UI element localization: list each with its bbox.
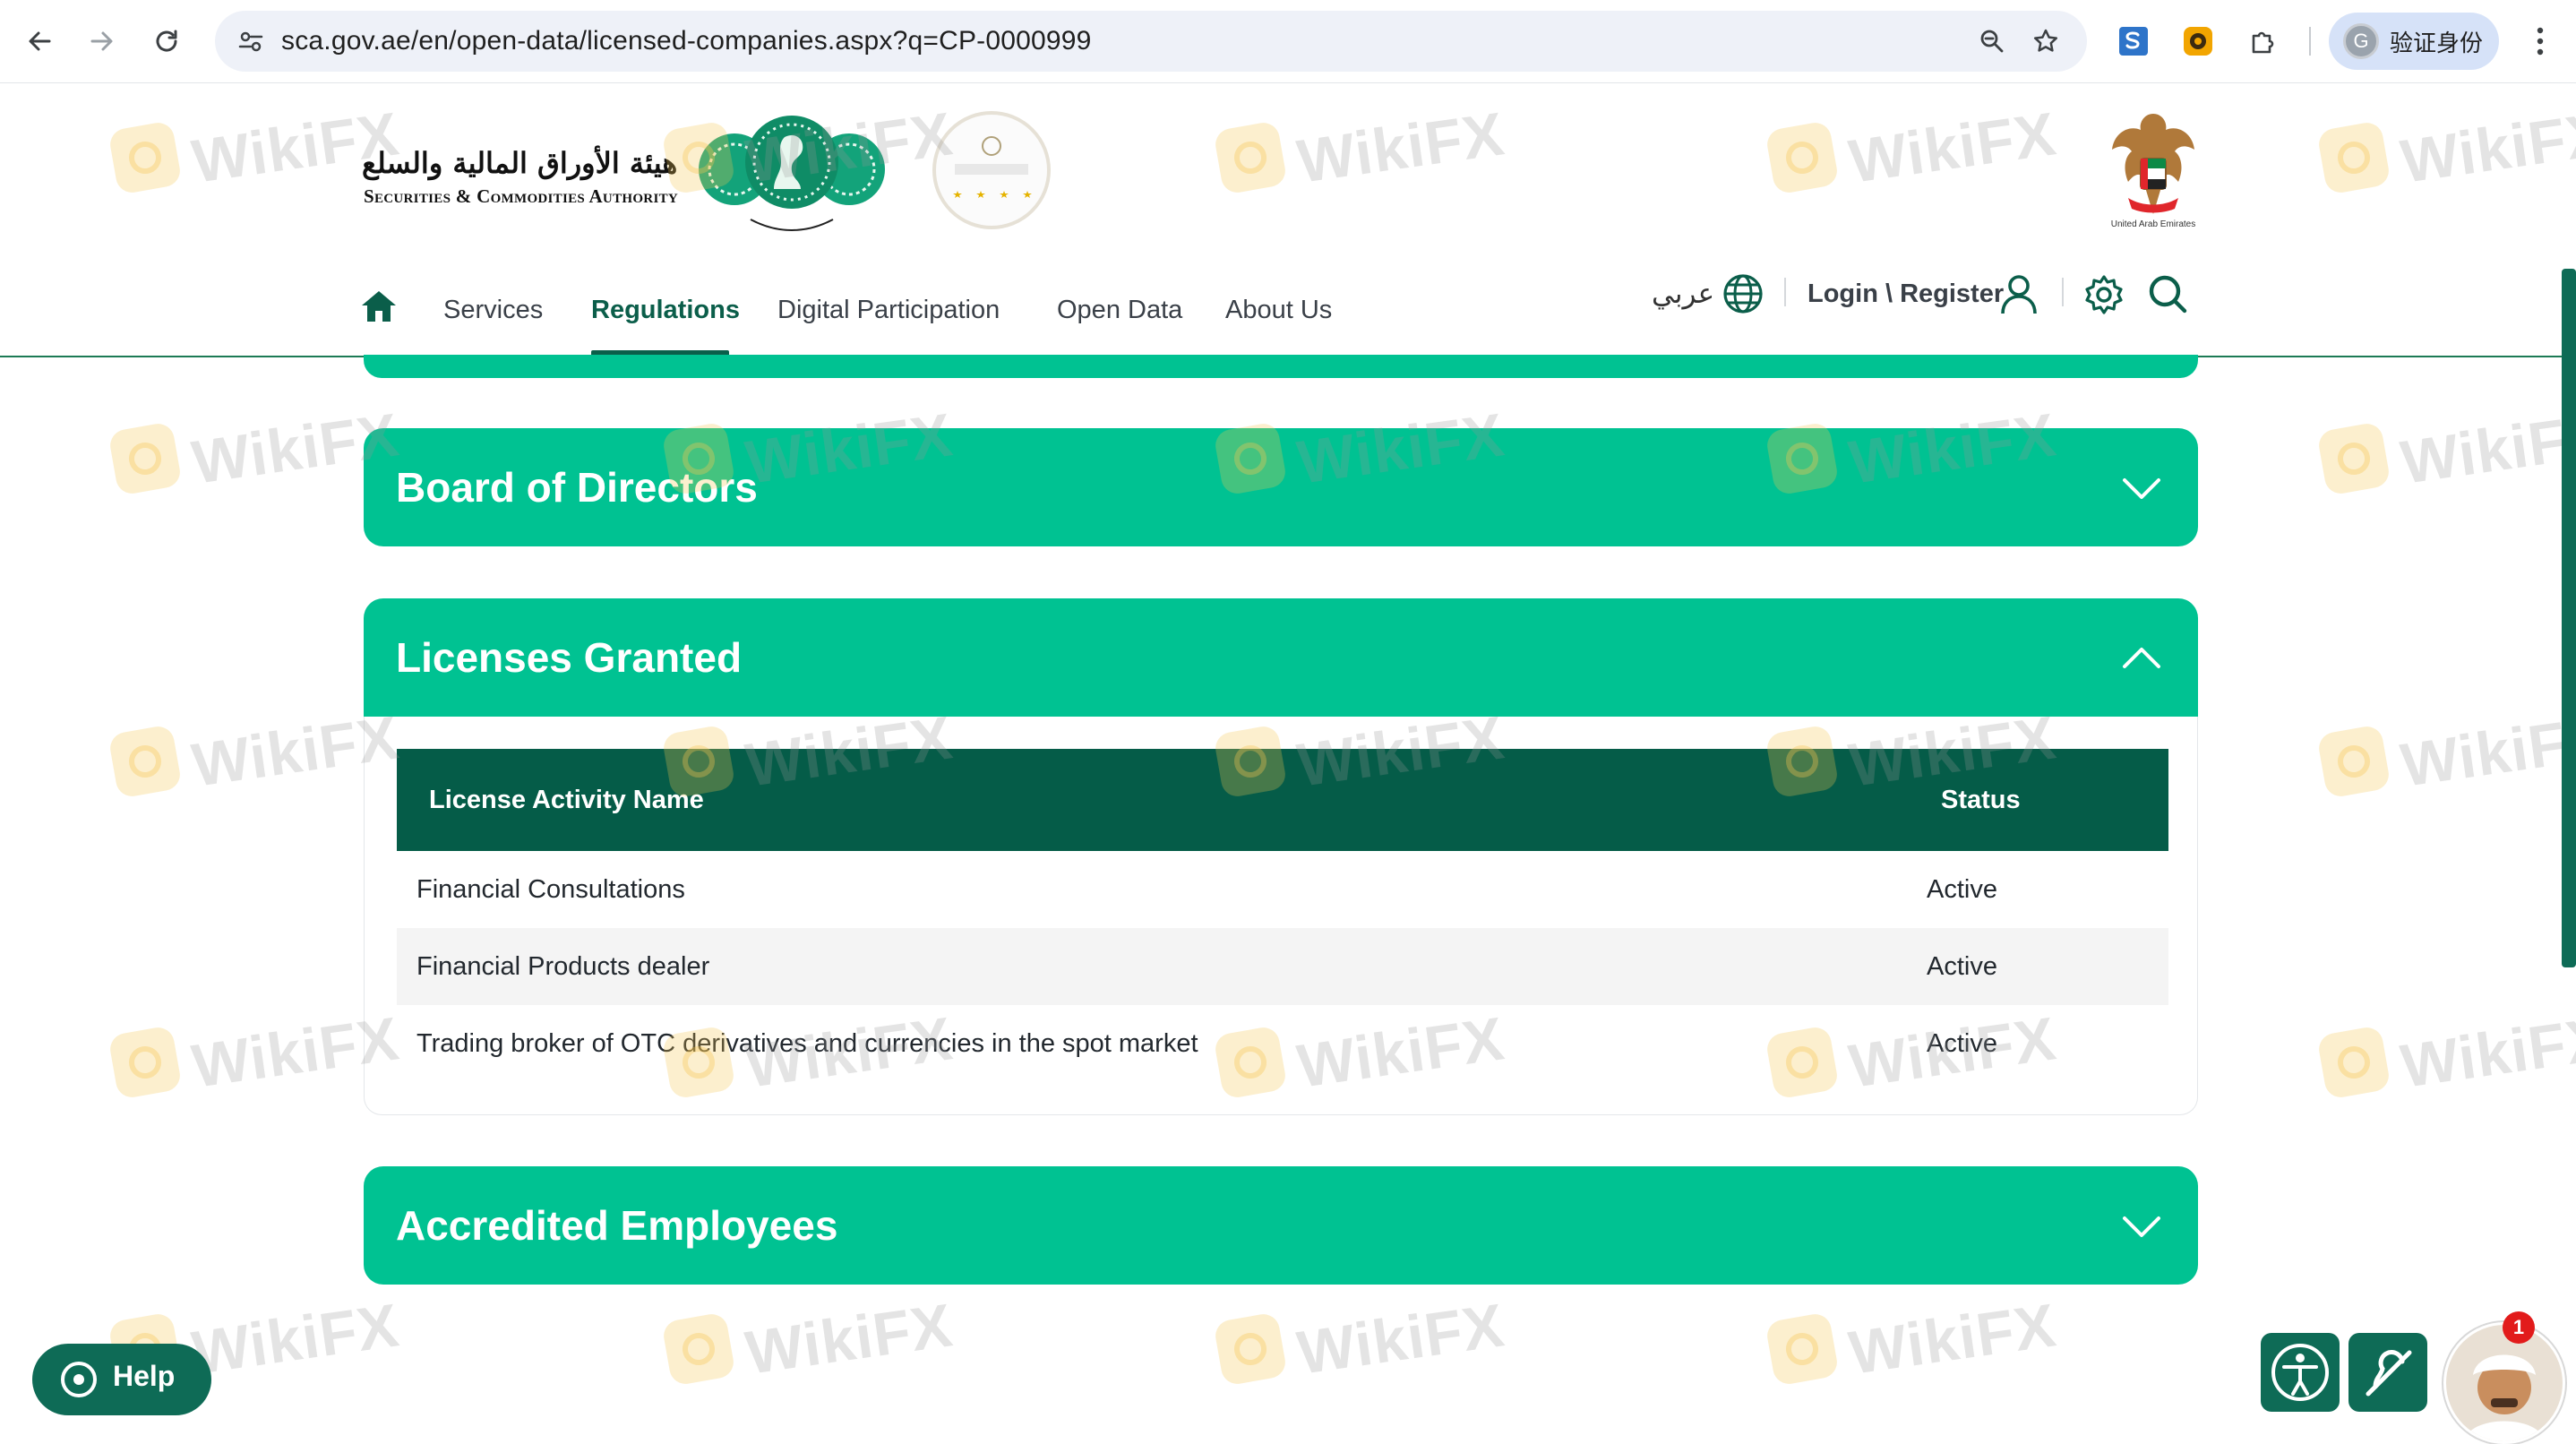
- chat-assistant-avatar[interactable]: [2443, 1322, 2565, 1444]
- watermark: WikiFX: [107, 400, 403, 497]
- help-icon: [61, 1362, 97, 1397]
- bookmark-star-icon[interactable]: [2024, 20, 2067, 63]
- watermark: WikiFX: [107, 1004, 403, 1101]
- status-cell: Active: [1927, 875, 1997, 904]
- hearing-support-button[interactable]: [2348, 1333, 2427, 1412]
- licenses-granted-panel-body: License Activity Name Status Financial C…: [364, 717, 2198, 1115]
- header-divider: [2062, 278, 2064, 306]
- panel-title: Board of Directors: [396, 464, 758, 511]
- nav-services[interactable]: Services: [443, 279, 543, 341]
- header-divider: [1784, 278, 1786, 306]
- profile-button[interactable]: G 验证身份: [2329, 13, 2499, 70]
- assistant-avatar-icon: [2464, 1354, 2545, 1441]
- license-activity-cell: Financial Products dealer: [416, 952, 710, 981]
- nav-open-data[interactable]: Open Data: [1057, 279, 1182, 341]
- extension-coin-icon[interactable]: [2177, 20, 2220, 63]
- watermark: WikiFX: [1765, 1291, 2060, 1388]
- watermark-logo-icon: [2316, 421, 2391, 496]
- nav-digital-participation[interactable]: Digital Participation: [777, 279, 1000, 341]
- watermark: WikiFX: [2316, 1004, 2576, 1101]
- logo-english-text[interactable]: Securities & Commodities Authority: [364, 185, 678, 208]
- watermark-logo-icon: [107, 1025, 183, 1100]
- chevron-down-icon[interactable]: [2121, 1206, 2162, 1247]
- address-bar[interactable]: sca.gov.ae/en/open-data/licensed-compani…: [215, 11, 2087, 72]
- watermark: WikiFX: [107, 703, 403, 800]
- arrow-right-icon: [90, 31, 113, 51]
- sca-emblem-logo[interactable]: [697, 108, 887, 243]
- extensions-puzzle-icon[interactable]: [2241, 20, 2284, 63]
- uae-emblem-caption: United Arab Emirates: [2110, 219, 2196, 229]
- gear-icon[interactable]: [2083, 274, 2125, 315]
- extension-s-icon[interactable]: [2112, 20, 2155, 63]
- forward-button[interactable]: [81, 20, 124, 63]
- accredited-employees-panel-header[interactable]: Accredited Employees: [364, 1166, 2198, 1285]
- watermark-logo-icon: [1765, 1311, 1840, 1387]
- nav-about-us[interactable]: About Us: [1225, 279, 1332, 341]
- reload-icon: [156, 30, 177, 52]
- site-header: هيئة الأوراق المالية والسلع Securities &…: [0, 83, 2576, 357]
- chevron-down-icon[interactable]: [2121, 468, 2162, 509]
- profile-label: 验证身份: [2390, 29, 2484, 56]
- reload-button[interactable]: [145, 20, 188, 63]
- watermark-logo-icon: [1213, 1311, 1288, 1387]
- home-icon[interactable]: [358, 286, 399, 327]
- help-button[interactable]: Help: [32, 1344, 211, 1415]
- license-activity-cell: Trading broker of OTC derivatives and cu…: [416, 1029, 1198, 1058]
- language-switch[interactable]: عربي: [1652, 278, 1714, 310]
- table-row: Financial Products dealer Active: [397, 928, 2168, 1005]
- status-cell: Active: [1927, 1029, 1997, 1058]
- user-icon[interactable]: [1997, 272, 2040, 315]
- site-info-icon[interactable]: [229, 20, 272, 63]
- uae-emblem-logo[interactable]: United Arab Emirates: [2107, 108, 2200, 241]
- url-text[interactable]: sca.gov.ae/en/open-data/licensed-compani…: [281, 11, 1092, 72]
- watermark: WikiFX: [2316, 703, 2576, 800]
- globe-icon[interactable]: [1722, 272, 1765, 315]
- search-icon[interactable]: [2146, 272, 2189, 315]
- watermark-logo-icon: [2316, 1025, 2391, 1100]
- license-activity-cell: Financial Consultations: [416, 875, 685, 904]
- board-of-directors-panel-header[interactable]: Board of Directors: [364, 428, 2198, 546]
- zoom-icon[interactable]: [1971, 20, 2014, 63]
- licenses-granted-panel-header[interactable]: Licenses Granted: [364, 598, 2198, 717]
- licenses-table: License Activity Name Status Financial C…: [397, 749, 2168, 1082]
- table-row: Financial Consultations Active: [397, 851, 2168, 928]
- accessibility-icon: [2271, 1344, 2329, 1401]
- arrow-left-icon: [29, 31, 51, 51]
- watermark-logo-icon: [107, 724, 183, 799]
- nav-regulations[interactable]: Regulations: [591, 279, 740, 341]
- table-row: Trading broker of OTC derivatives and cu…: [397, 1005, 2168, 1082]
- status-cell: Active: [1927, 952, 1997, 981]
- back-button[interactable]: [18, 20, 61, 63]
- kebab-menu-icon: [2537, 27, 2544, 56]
- chat-notification-badge: 1: [2503, 1311, 2535, 1344]
- login-register-link[interactable]: Login \ Register: [1807, 279, 2004, 309]
- panel-title: Licenses Granted: [396, 634, 743, 681]
- star-rating-badge: [932, 111, 1051, 229]
- watermark: WikiFX: [661, 1291, 957, 1388]
- browser-toolbar: sca.gov.ae/en/open-data/licensed-compani…: [0, 0, 2576, 83]
- watermark-logo-icon: [2316, 724, 2391, 799]
- chevron-up-icon[interactable]: [2121, 638, 2162, 679]
- help-label: Help: [113, 1360, 176, 1392]
- toolbar-divider: [2309, 27, 2311, 56]
- column-header-license-activity: License Activity Name: [429, 786, 704, 814]
- watermark: WikiFX: [2316, 400, 2576, 497]
- table-header: License Activity Name Status: [397, 749, 2168, 851]
- watermark-logo-icon: [107, 421, 183, 496]
- profile-avatar: G: [2343, 23, 2379, 59]
- previous-panel-edge: [364, 355, 2198, 378]
- logo-arabic-text[interactable]: هيئة الأوراق المالية والسلع: [362, 146, 677, 180]
- hearing-icon: [2366, 1350, 2412, 1397]
- watermark-logo-icon: [661, 1311, 736, 1387]
- column-header-status: Status: [1941, 786, 2021, 814]
- watermark: WikiFX: [1213, 1291, 1508, 1388]
- panel-title: Accredited Employees: [396, 1202, 838, 1249]
- browser-menu-button[interactable]: [2519, 20, 2562, 63]
- accessibility-button[interactable]: [2261, 1333, 2340, 1412]
- page-scrollbar[interactable]: [2562, 269, 2576, 967]
